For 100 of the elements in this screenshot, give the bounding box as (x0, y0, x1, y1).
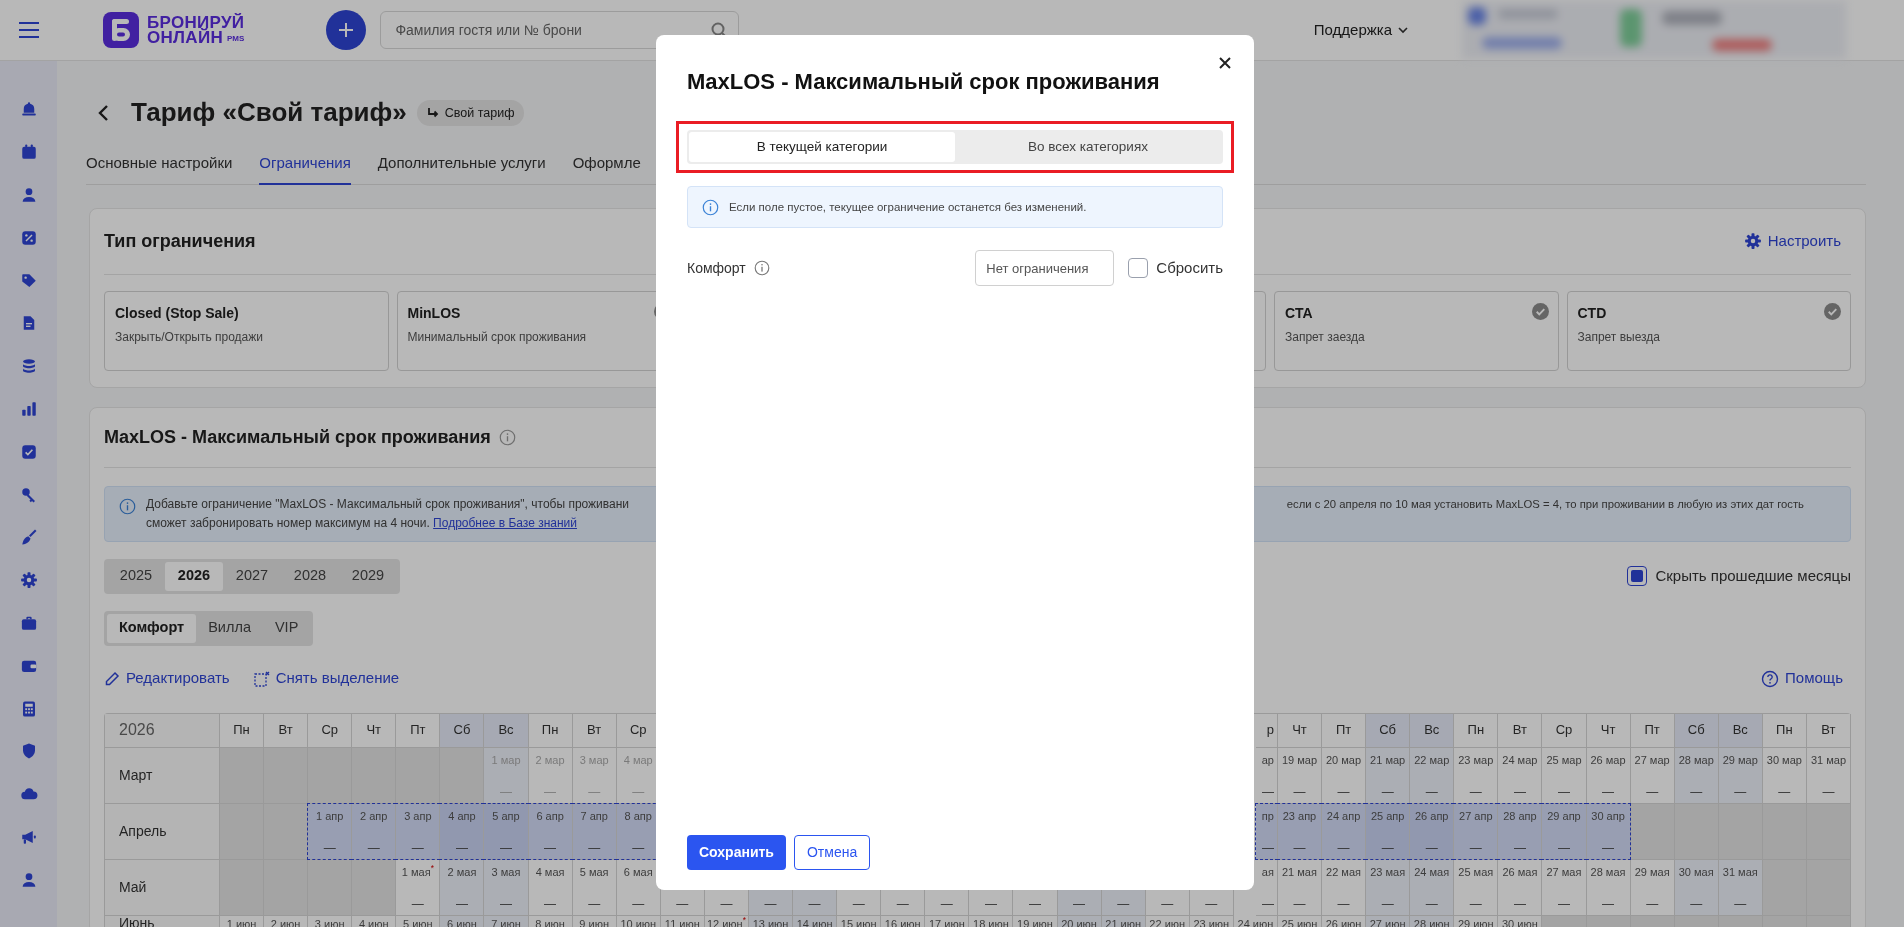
configure-link[interactable]: Настроить (1743, 229, 1841, 253)
menu-icon[interactable] (17, 21, 40, 39)
year-tab[interactable]: 2029 (339, 561, 397, 591)
cancel-button[interactable]: Отмена (793, 835, 871, 870)
tab[interactable]: Ограничения (259, 145, 351, 185)
calendar-cell[interactable]: 28 мар — (1674, 747, 1719, 804)
calendar-cell[interactable]: 4 мая — (528, 859, 573, 916)
date-label: 3 июн (314, 916, 345, 927)
calendar-cell[interactable]: 23 апр — (1277, 803, 1322, 860)
calendar-cell[interactable]: 30 апр — (1586, 803, 1631, 860)
date-label: 30 мая (1678, 864, 1714, 879)
weekday-header: Ср (1542, 713, 1587, 748)
calendar-cell[interactable]: 1 апр — (308, 803, 353, 860)
calendar-cell[interactable]: 22 мар — (1410, 747, 1455, 804)
calendar-cell[interactable]: 29 мар — (1718, 747, 1763, 804)
year-tab[interactable]: 2025 (107, 561, 165, 591)
calendar-cell[interactable]: 26 мая — (1498, 859, 1543, 916)
edit-link[interactable]: Редактировать (104, 667, 230, 690)
calendar-cell[interactable]: 2 мая — (440, 859, 485, 916)
help-link[interactable]: Помощь (1761, 667, 1843, 690)
calendar-cell[interactable]: пр — (1255, 803, 1278, 860)
calendar-cell[interactable]: 21 мар — (1366, 747, 1411, 804)
calendar-cell[interactable]: 26 апр — (1410, 803, 1455, 860)
tab[interactable]: Оформле (572, 145, 641, 185)
category-tab[interactable]: Комфорт (107, 613, 197, 643)
calendar-cell[interactable]: 5 мая — (572, 859, 617, 916)
calendar-cell[interactable]: 24 мар — (1498, 747, 1543, 804)
calendar-cell[interactable]: 31 мар — (1806, 747, 1851, 804)
restriction-type-card[interactable]: CTA Запрет заезда (1274, 290, 1559, 371)
calendar-cell[interactable]: 27 мая — (1542, 859, 1587, 916)
restriction-value: — (1381, 840, 1394, 857)
gear-icon[interactable] (19, 571, 38, 590)
search-icon[interactable] (711, 22, 728, 38)
knowledge-base-link[interactable]: Подробнее в Базе знаний (433, 515, 577, 530)
calendar-cell[interactable]: 30 мая — (1674, 859, 1719, 916)
year-tab[interactable]: 2027 (223, 561, 281, 591)
calendar-cell[interactable]: 5 апр — (484, 803, 529, 860)
calendar-cell[interactable]: ая — (1255, 859, 1278, 916)
save-button[interactable]: Сохранить (687, 835, 786, 870)
calendar-cell[interactable]: 3 апр — (396, 803, 441, 860)
checkbox[interactable] (1128, 258, 1149, 278)
calendar-cell[interactable]: 29 мая — (1630, 859, 1675, 916)
add-button[interactable] (326, 10, 367, 50)
info-icon[interactable] (498, 428, 516, 446)
calendar-cell[interactable]: 22 мая — (1322, 859, 1367, 916)
calendar-cell[interactable]: ар — (1255, 747, 1278, 804)
tag-icon[interactable] (19, 271, 38, 290)
scope-tab[interactable]: Во всех категориях (955, 132, 1221, 162)
scope-tab[interactable]: В текущей категории (689, 132, 955, 162)
calendar-cell[interactable]: 29 апр — (1542, 803, 1587, 860)
calendar-cell[interactable]: 24 апр — (1322, 803, 1367, 860)
date-label: 23 мая (1370, 864, 1406, 879)
restriction-type-card[interactable]: CTD Запрет выезда (1566, 290, 1851, 371)
calendar-cell[interactable]: 25 мар — (1542, 747, 1587, 804)
calendar-cell[interactable]: 28 мая — (1586, 859, 1631, 916)
key-icon[interactable] (19, 485, 38, 504)
calendar-cell[interactable]: 23 мая — (1366, 859, 1411, 916)
search-field[interactable]: Фамилия гостя или № брони (380, 11, 740, 49)
calendar-cell[interactable]: 4 апр — (440, 803, 485, 860)
bar-chart-icon[interactable] (19, 399, 38, 418)
checkbox-icon[interactable] (19, 442, 38, 461)
tab[interactable]: Дополнительные услуги (377, 145, 546, 185)
calendar-cell[interactable]: 28 апр — (1498, 803, 1543, 860)
input-field[interactable]: Нет ограничения (975, 250, 1115, 286)
calendar-cell[interactable]: 26 мар — (1586, 747, 1631, 804)
calendar-cell[interactable]: 25 мая — (1454, 859, 1499, 916)
date-label: 29 апр (1547, 808, 1581, 823)
calendar-cell[interactable]: 7 апр — (572, 803, 617, 860)
calendar-icon[interactable] (19, 143, 38, 162)
calendar-cell[interactable]: 27 мар — (1630, 747, 1675, 804)
calendar-cell[interactable]: 3 мая — (484, 859, 529, 916)
calendar-cell[interactable]: 19 мар — (1277, 747, 1322, 804)
calendar-cell[interactable]: 31 мая — (1718, 859, 1763, 916)
calendar-cell[interactable]: 30 мар — (1762, 747, 1807, 804)
support-menu[interactable]: Поддержка (1307, 17, 1414, 43)
calendar-cell[interactable]: 20 мар — (1322, 747, 1367, 804)
calendar-cell[interactable]: 2 апр — (352, 803, 397, 860)
category-tab[interactable]: Вилла (196, 613, 263, 643)
percent-icon[interactable] (19, 228, 38, 247)
year-tab[interactable]: 2028 (281, 561, 339, 591)
year-tab[interactable]: 2026 (165, 561, 223, 591)
calendar-cell[interactable]: 1 мая$^{*}$ — (396, 859, 441, 916)
calendar-cell[interactable]: 24 мая — (1410, 859, 1455, 916)
section-title: Тип ограничения (104, 229, 256, 253)
calendar-cell[interactable]: 27 апр — (1454, 803, 1499, 860)
back-icon[interactable] (97, 104, 109, 122)
restriction-type-card[interactable]: Closed (Stop Sale) Закрыть/Открыть продажи (104, 290, 389, 371)
logo-icon[interactable] (103, 12, 139, 48)
weekday-header: Вс (484, 713, 529, 748)
weekday-header: Вс (1718, 713, 1763, 748)
category-tab[interactable]: VIP (262, 613, 311, 643)
calendar-cell[interactable]: 23 мар — (1454, 747, 1499, 804)
info-icon[interactable] (753, 260, 770, 276)
clear-selection-link[interactable]: Снять выделение (253, 667, 400, 690)
calendar-cell[interactable]: 21 мая — (1277, 859, 1322, 916)
calendar-cell[interactable]: 25 апр — (1366, 803, 1411, 860)
tab[interactable]: Основные настройки (86, 145, 233, 185)
calendar-cell[interactable]: 6 апр — (528, 803, 573, 860)
checkbox[interactable] (1627, 566, 1648, 586)
restriction-value: — (632, 784, 645, 801)
